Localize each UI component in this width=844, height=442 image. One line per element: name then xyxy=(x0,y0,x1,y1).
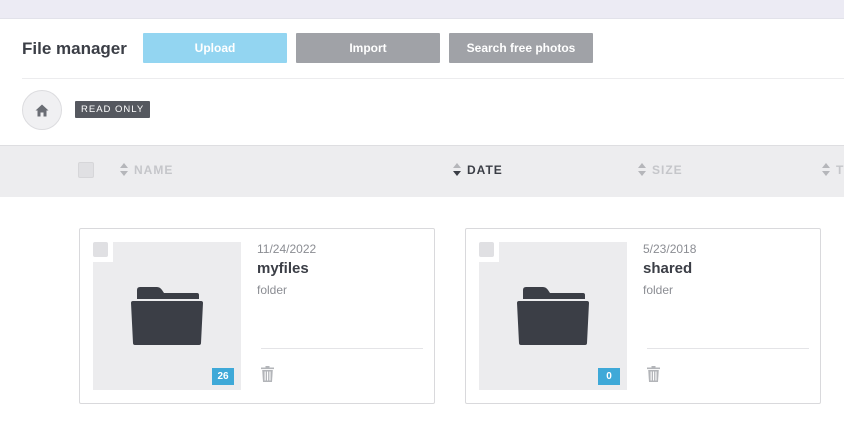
folder-icon xyxy=(517,287,589,345)
sort-icon xyxy=(638,163,646,177)
breadcrumb: READ ONLY xyxy=(0,79,844,145)
sort-icon xyxy=(822,163,830,177)
card-divider xyxy=(647,348,809,349)
page-title: File manager xyxy=(22,39,127,58)
column-name-label: NAME xyxy=(134,163,174,177)
column-date-sort[interactable]: DATE xyxy=(453,163,503,177)
column-size-label: SIZE xyxy=(652,163,683,177)
sort-icon xyxy=(453,163,461,177)
home-icon xyxy=(35,104,49,116)
import-button[interactable]: Import xyxy=(296,33,440,63)
home-button[interactable] xyxy=(22,90,62,130)
column-date-label: DATE xyxy=(467,163,503,177)
item-name[interactable]: myfiles xyxy=(257,260,309,277)
item-type: folder xyxy=(643,283,674,297)
column-type-label: T xyxy=(836,163,844,177)
item-date: 5/23/2018 xyxy=(643,242,697,256)
select-all-checkbox[interactable] xyxy=(78,162,94,178)
column-header-bar: NAME DATE SIZE T xyxy=(0,145,844,197)
sort-icon xyxy=(120,163,128,177)
item-checkbox[interactable] xyxy=(477,240,499,262)
top-bar xyxy=(0,0,844,18)
file-card[interactable]: 0 5/23/2018 shared folder xyxy=(465,228,821,404)
item-date: 11/24/2022 xyxy=(257,242,317,256)
column-size-sort[interactable]: SIZE xyxy=(638,163,683,177)
folder-thumbnail[interactable]: 0 xyxy=(477,240,627,390)
column-header-divider xyxy=(0,145,844,146)
search-free-photos-button[interactable]: Search free photos xyxy=(449,33,593,63)
file-card[interactable]: 26 11/24/2022 myfiles folder xyxy=(79,228,435,404)
column-name-sort[interactable]: NAME xyxy=(120,163,173,177)
header: File manager Upload Import Search free p… xyxy=(0,19,844,79)
folder-thumbnail[interactable]: 26 xyxy=(91,240,241,390)
trash-icon[interactable] xyxy=(647,366,660,382)
card-divider xyxy=(261,348,423,349)
item-name[interactable]: shared xyxy=(643,260,692,277)
item-count-badge: 0 xyxy=(598,368,620,385)
item-checkbox[interactable] xyxy=(91,240,113,262)
item-count-badge: 26 xyxy=(212,368,234,385)
item-type: folder xyxy=(257,283,288,297)
column-type-sort[interactable]: T xyxy=(822,163,844,177)
trash-icon[interactable] xyxy=(261,366,274,382)
folder-icon xyxy=(131,287,203,345)
upload-button[interactable]: Upload xyxy=(143,33,287,63)
read-only-badge: READ ONLY xyxy=(75,101,151,118)
